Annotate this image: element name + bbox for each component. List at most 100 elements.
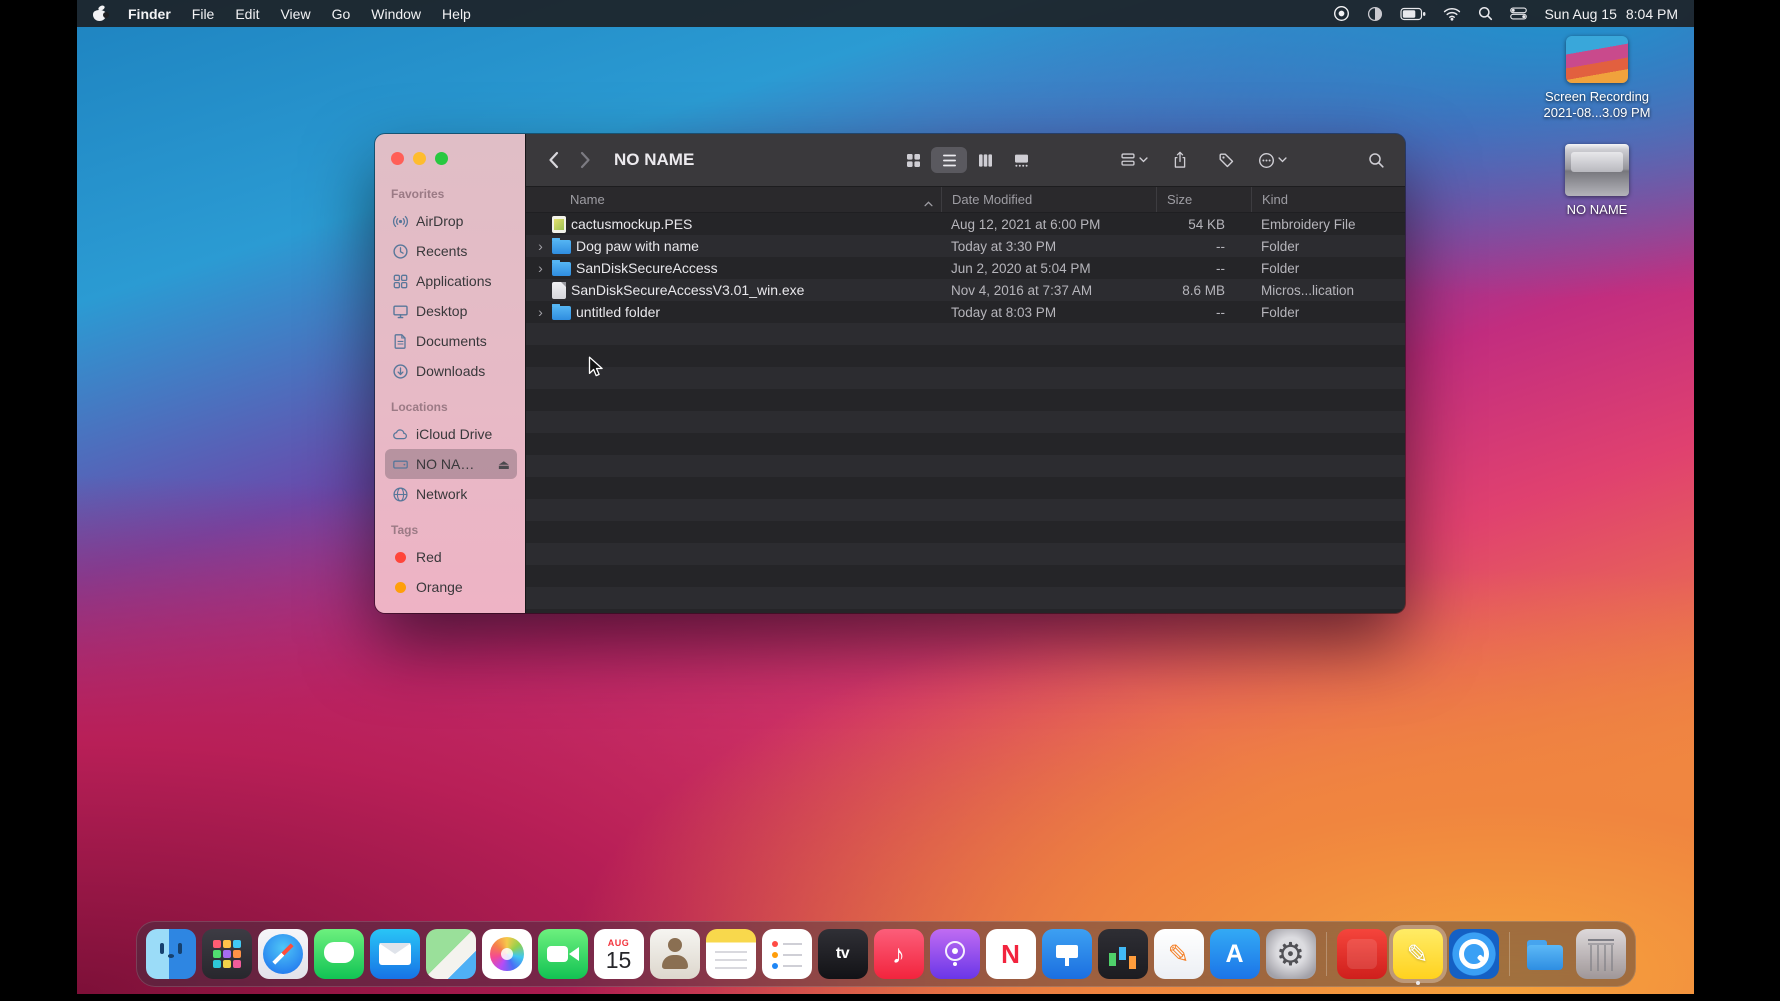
desktop-icon-no-name-drive[interactable]: NO NAME <box>1565 144 1629 218</box>
group-button[interactable] <box>1119 147 1149 173</box>
dock-icon-reminders[interactable] <box>762 929 812 979</box>
more-actions-button[interactable] <box>1257 147 1287 173</box>
folder-icon <box>552 262 571 276</box>
music-glyph: ♪ <box>892 941 905 967</box>
desktop-icon <box>392 303 409 320</box>
finder-content: NO NAME <box>525 134 1405 613</box>
column-header-name[interactable]: Name <box>526 187 941 212</box>
battery-icon[interactable] <box>1400 4 1426 24</box>
menu-bar-clock[interactable]: Sun Aug 15 8:04 PM <box>1544 6 1678 22</box>
sidebar-item-airdrop[interactable]: AirDrop <box>385 206 517 236</box>
dock-icon-contacts[interactable] <box>650 929 700 979</box>
sidebar-item-label: Network <box>416 486 467 502</box>
zoom-button[interactable] <box>435 152 448 165</box>
sidebar-item-orange[interactable]: Orange <box>385 572 517 602</box>
dock-icon-safari[interactable] <box>258 929 308 979</box>
dock-icon-photos[interactable] <box>482 929 532 979</box>
menu-item-file[interactable]: File <box>192 6 215 22</box>
file-row[interactable]: cactusmockup.PESAug 12, 2021 at 6:00 PM5… <box>526 213 1405 235</box>
file-row[interactable]: ›SanDiskSecureAccessJun 2, 2020 at 5:04 … <box>526 257 1405 279</box>
column-header-size[interactable]: Size <box>1156 187 1251 212</box>
dock-icon-keynote[interactable] <box>1042 929 1092 979</box>
dock-icon-messages[interactable] <box>314 929 364 979</box>
record-stop-icon[interactable] <box>1333 4 1350 24</box>
dock-icon-yellow-pencil-app[interactable]: ✎ <box>1393 929 1443 979</box>
dock-icon-downloads-folder[interactable] <box>1520 929 1570 979</box>
dock-icon-system-preferences[interactable]: ⚙ <box>1266 929 1316 979</box>
dock-icon-mail[interactable] <box>370 929 420 979</box>
file-row[interactable]: SanDiskSecureAccessV3.01_win.exeNov 4, 2… <box>526 279 1405 301</box>
dock-icon-tv[interactable]: tv <box>818 929 868 979</box>
disclosure-triangle-icon[interactable]: › <box>534 261 547 275</box>
icon-view-button[interactable] <box>895 147 931 173</box>
menu-item-window[interactable]: Window <box>371 6 421 22</box>
sidebar-item-downloads[interactable]: Downloads <box>385 356 517 386</box>
file-date-modified: Today at 8:03 PM <box>941 305 1156 320</box>
sidebar-section-favorites: FavoritesAirDropRecentsApplicationsDeskt… <box>385 187 517 386</box>
app-store-glyph: A <box>1225 942 1243 967</box>
file-row[interactable]: ›Dog paw with nameToday at 3:30 PM--Fold… <box>526 235 1405 257</box>
dock-icon-facetime[interactable] <box>538 929 588 979</box>
sidebar-item-red[interactable]: Red <box>385 542 517 572</box>
sidebar-item-desktop[interactable]: Desktop <box>385 296 517 326</box>
dock-icon-podcasts[interactable] <box>930 929 980 979</box>
share-button[interactable] <box>1165 147 1195 173</box>
dock-icon-calendar[interactable]: AUG15 <box>594 929 644 979</box>
sidebar-item-network[interactable]: Network <box>385 479 517 509</box>
menu-item-go[interactable]: Go <box>332 6 351 22</box>
pages-glyph: ✎ <box>1168 941 1190 967</box>
menu-item-finder[interactable]: Finder <box>128 6 171 22</box>
view-switcher <box>895 147 1039 173</box>
dock-icon-numbers[interactable] <box>1098 929 1148 979</box>
dock-icon-news[interactable]: N <box>986 929 1036 979</box>
column-header-kind[interactable]: Kind <box>1251 187 1405 212</box>
menu-item-view[interactable]: View <box>280 6 310 22</box>
tv-glyph: tv <box>836 946 849 962</box>
dock-icon-music[interactable]: ♪ <box>874 929 924 979</box>
dock-icon-finder[interactable] <box>146 929 196 979</box>
dock-icon-app-store[interactable]: A <box>1210 929 1260 979</box>
gallery-view-button[interactable] <box>1003 147 1039 173</box>
close-button[interactable] <box>391 152 404 165</box>
search-button[interactable] <box>1361 147 1391 173</box>
dock-icon-adobe[interactable] <box>1337 929 1387 979</box>
minimize-button[interactable] <box>413 152 426 165</box>
file-size: -- <box>1156 261 1251 276</box>
back-button[interactable] <box>540 147 566 173</box>
menu-extra-icon[interactable] <box>1367 4 1383 24</box>
column-view-button[interactable] <box>967 147 1003 173</box>
dock-icon-maps[interactable] <box>426 929 476 979</box>
dock-icon-pages[interactable]: ✎ <box>1154 929 1204 979</box>
file-name-cell: ›untitled folder <box>526 304 941 320</box>
column-header-date-modified[interactable]: Date Modified <box>941 187 1156 212</box>
menu-item-edit[interactable]: Edit <box>235 6 259 22</box>
dock-icon-quicktime[interactable] <box>1449 929 1499 979</box>
dock-icon-launchpad[interactable] <box>202 929 252 979</box>
finder-window: FavoritesAirDropRecentsApplicationsDeskt… <box>375 134 1405 613</box>
sidebar-item-documents[interactable]: Documents <box>385 326 517 356</box>
disclosure-triangle-icon[interactable]: › <box>534 305 547 319</box>
chevron-down-icon <box>1139 157 1148 163</box>
window-title: NO NAME <box>614 150 694 170</box>
spotlight-icon[interactable] <box>1478 4 1493 24</box>
dock-icon-notes[interactable] <box>706 929 756 979</box>
wifi-icon[interactable] <box>1443 4 1461 24</box>
sidebar-item-applications[interactable]: Applications <box>385 266 517 296</box>
eject-icon[interactable]: ⏏ <box>498 458 510 471</box>
dock-icon-trash[interactable] <box>1576 929 1626 979</box>
file-row[interactable]: ›untitled folderToday at 8:03 PM--Folder <box>526 301 1405 323</box>
control-center-icon[interactable] <box>1510 4 1527 24</box>
disclosure-triangle-icon[interactable]: › <box>534 239 547 253</box>
downloads-icon <box>392 363 409 380</box>
forward-button[interactable] <box>572 147 598 173</box>
tag-button[interactable] <box>1211 147 1241 173</box>
apple-menu-icon[interactable] <box>93 5 106 22</box>
menu-item-help[interactable]: Help <box>442 6 471 22</box>
menu-bar-status: Sun Aug 15 8:04 PM <box>1333 4 1678 24</box>
desktop-icon-screen-recording[interactable]: Screen Recording 2021-08...3.09 PM <box>1544 36 1651 122</box>
sidebar-item-no-na[interactable]: NO NA…⏏ <box>385 449 517 479</box>
list-view-button[interactable] <box>931 147 967 173</box>
sidebar-item-icloud-drive[interactable]: iCloud Drive <box>385 419 517 449</box>
sidebar-item-recents[interactable]: Recents <box>385 236 517 266</box>
chevron-down-icon <box>1278 157 1287 163</box>
